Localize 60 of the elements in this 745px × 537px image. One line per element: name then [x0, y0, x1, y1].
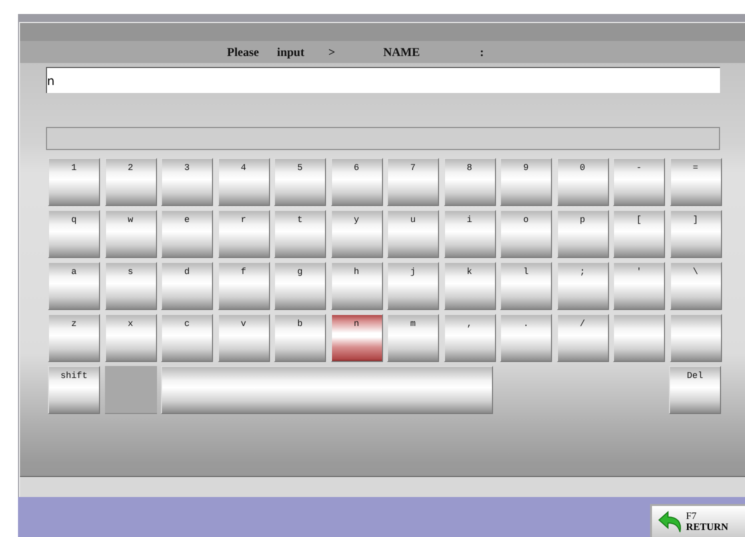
- keyboard-key[interactable]: [: [613, 210, 665, 258]
- return-arrow-icon: [658, 510, 684, 534]
- keyboard-key[interactable]: y: [330, 210, 382, 258]
- keyboard-key[interactable]: n: [330, 314, 382, 362]
- prompt-text: input: [277, 44, 304, 60]
- keyboard-key[interactable]: 1: [48, 158, 100, 206]
- keyboard-key[interactable]: h: [330, 262, 382, 310]
- keyboard-key[interactable]: ]: [670, 210, 722, 258]
- keyboard-key[interactable]: e: [161, 210, 213, 258]
- keyboard-key[interactable]: 3: [161, 158, 213, 206]
- prompt-text: NAME: [383, 44, 420, 60]
- keyboard-key[interactable]: /: [556, 314, 608, 362]
- keyboard-key[interactable]: =: [670, 158, 722, 206]
- keyboard-key[interactable]: .: [500, 314, 552, 362]
- name-input-field[interactable]: n: [46, 67, 720, 93]
- keyboard-key[interactable]: l: [500, 262, 552, 310]
- keyboard-key[interactable]: \: [670, 262, 722, 310]
- keyboard-key[interactable]: 0: [556, 158, 608, 206]
- keyboard-key[interactable]: f: [218, 262, 270, 310]
- keyboard-key[interactable]: ,: [444, 314, 496, 362]
- prompt-text: Please: [227, 44, 259, 60]
- keyboard-key[interactable]: j: [387, 262, 439, 310]
- keyboard-key[interactable]: i: [444, 210, 496, 258]
- keyboard-key[interactable]: ;: [556, 262, 608, 310]
- keyboard-key[interactable]: a: [48, 262, 100, 310]
- keyboard-key[interactable]: p: [556, 210, 608, 258]
- keyboard-key[interactable]: d: [161, 262, 213, 310]
- keyboard-key[interactable]: u: [387, 210, 439, 258]
- keyboard-key[interactable]: m: [387, 314, 439, 362]
- keyboard-key[interactable]: v: [218, 314, 270, 362]
- keyboard-key[interactable]: 5: [274, 158, 326, 206]
- keyboard-key[interactable]: 4: [218, 158, 270, 206]
- space-bar[interactable]: [161, 366, 493, 414]
- keyboard-key[interactable]: 9: [500, 158, 552, 206]
- keyboard-key[interactable]: x: [104, 314, 156, 362]
- keyboard-key[interactable]: 2: [104, 158, 156, 206]
- return-button[interactable]: F7 RETURN: [650, 504, 745, 537]
- keyboard-key[interactable]: -: [613, 158, 665, 206]
- prompt-text: >: [328, 44, 336, 60]
- keyboard-key[interactable]: t: [274, 210, 326, 258]
- prompt-text: :: [480, 44, 484, 60]
- keyboard-key[interactable]: r: [218, 210, 270, 258]
- blank-key[interactable]: [670, 314, 722, 362]
- empty-key-slot: [104, 366, 156, 414]
- keyboard-key[interactable]: q: [48, 210, 100, 258]
- keyboard-key[interactable]: o: [500, 210, 552, 258]
- keyboard-key[interactable]: 7: [387, 158, 439, 206]
- keyboard-key[interactable]: k: [444, 262, 496, 310]
- blank-key[interactable]: [613, 314, 665, 362]
- keyboard-key[interactable]: w: [104, 210, 156, 258]
- keyboard-key[interactable]: c: [161, 314, 213, 362]
- keyboard-key[interactable]: g: [274, 262, 326, 310]
- keyboard-key[interactable]: 8: [444, 158, 496, 206]
- keyboard-key[interactable]: b: [274, 314, 326, 362]
- keyboard-key[interactable]: z: [48, 314, 100, 362]
- keyboard-key[interactable]: ': [613, 262, 665, 310]
- delete-key[interactable]: Del: [669, 366, 721, 414]
- keyboard-key[interactable]: 6: [330, 158, 382, 206]
- keyboard-key[interactable]: s: [104, 262, 156, 310]
- shift-key[interactable]: shift: [48, 366, 100, 414]
